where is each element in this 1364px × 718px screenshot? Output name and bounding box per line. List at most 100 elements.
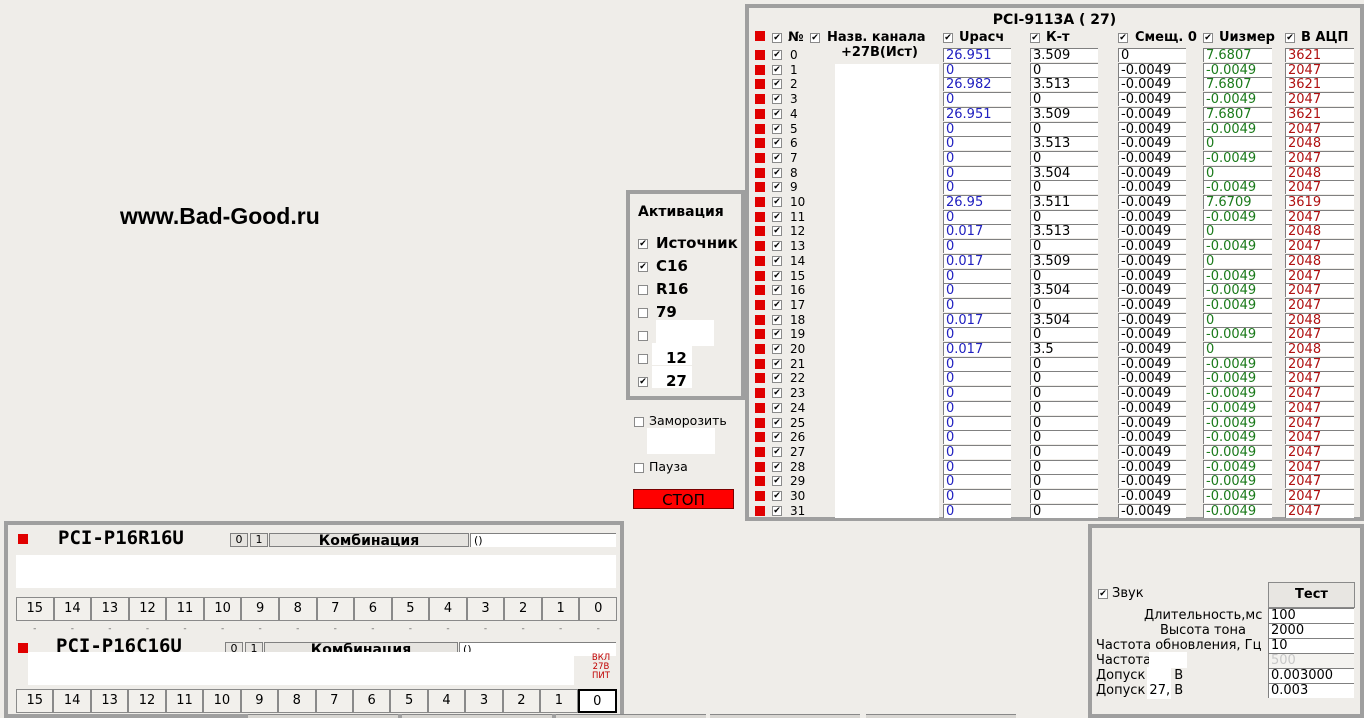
offset-cell[interactable]: -0.0049 <box>1118 253 1186 268</box>
bit-button[interactable]: 15 <box>16 689 54 713</box>
ucalc-cell[interactable]: 26.982 <box>943 77 1011 92</box>
activation-checkbox[interactable]: ✔ <box>638 238 648 249</box>
adc-cell[interactable]: 2048 <box>1285 342 1354 356</box>
relay-combination-button[interactable]: Комбинация <box>269 533 469 547</box>
ucalc-cell[interactable]: 0 <box>943 297 1011 312</box>
offset-cell[interactable]: -0.0049 <box>1118 92 1186 107</box>
activation-checkbox[interactable]: ✔ <box>638 376 648 387</box>
tab-strip-3[interactable] <box>556 714 706 718</box>
ucalc-cell[interactable]: 0 <box>943 400 1011 415</box>
adc-cell[interactable]: 2048 <box>1285 165 1354 180</box>
offset-cell[interactable]: -0.0049 <box>1118 474 1186 489</box>
ucalc-cell[interactable]: 0 <box>943 371 1011 386</box>
channel-enable-checkbox[interactable]: ✔ <box>772 255 782 266</box>
coef-cell[interactable]: 0 <box>1030 386 1098 401</box>
umeas-cell[interactable]: -0.0049 <box>1203 474 1272 489</box>
adc-cell[interactable]: 3621 <box>1285 106 1354 121</box>
adc-cell[interactable]: 2047 <box>1285 327 1354 342</box>
offset-cell[interactable]: -0.0049 <box>1118 283 1186 298</box>
ucalc-cell[interactable]: 0 <box>943 136 1011 151</box>
coef-cell[interactable]: 0 <box>1030 209 1098 224</box>
activation-item[interactable]: ✔ C16 <box>638 257 688 277</box>
bit-button[interactable]: 4 <box>429 597 467 621</box>
ucalc-cell[interactable]: 0 <box>943 268 1011 283</box>
ucalc-cell[interactable]: 26.951 <box>943 48 1011 62</box>
coef-cell[interactable]: 0 <box>1030 503 1098 518</box>
channel-enable-checkbox[interactable]: ✔ <box>772 94 782 105</box>
adc-cell[interactable]: 2048 <box>1285 224 1354 239</box>
adc-cell[interactable]: 2047 <box>1285 297 1354 312</box>
ucalc-cell[interactable]: 0 <box>943 415 1011 430</box>
umeas-cell[interactable]: -0.0049 <box>1203 430 1272 445</box>
offset-cell[interactable]: -0.0049 <box>1118 195 1186 209</box>
bit-button[interactable]: 10 <box>203 689 241 713</box>
activation-checkbox[interactable] <box>638 307 648 318</box>
channel-enable-checkbox[interactable]: ✔ <box>772 270 782 281</box>
offset-cell[interactable]: -0.0049 <box>1118 503 1186 518</box>
coef-cell[interactable]: 0 <box>1030 459 1098 474</box>
coef-cell[interactable]: 3.509 <box>1030 253 1098 268</box>
umeas-cell[interactable]: -0.0049 <box>1203 459 1272 474</box>
activation-item[interactable]: ✔ 27 <box>638 366 692 392</box>
channel-enable-checkbox[interactable]: ✔ <box>772 167 782 178</box>
bit-button[interactable]: 8 <box>278 597 317 621</box>
adc-cell[interactable]: 2047 <box>1285 503 1354 518</box>
bit-button[interactable]: 11 <box>165 689 204 713</box>
header-ucalc-checkbox[interactable]: ✔ <box>943 30 953 45</box>
coef-cell[interactable]: 0 <box>1030 268 1098 283</box>
offset-cell[interactable]: -0.0049 <box>1118 165 1186 180</box>
adc-cell[interactable]: 2048 <box>1285 253 1354 268</box>
ucalc-cell[interactable]: 0 <box>943 430 1011 445</box>
offset-cell[interactable]: -0.0049 <box>1118 136 1186 151</box>
offset-cell[interactable]: -0.0049 <box>1118 415 1186 430</box>
offset-cell[interactable]: -0.0049 <box>1118 371 1186 386</box>
coef-cell[interactable]: 0 <box>1030 415 1098 430</box>
ucalc-cell[interactable]: 0 <box>943 239 1011 254</box>
bit-button[interactable]: 13 <box>90 689 129 713</box>
activation-item[interactable]: 12 <box>638 343 692 369</box>
umeas-cell[interactable]: -0.0049 <box>1203 283 1272 298</box>
umeas-cell[interactable]: -0.0049 <box>1203 503 1272 518</box>
duration-input[interactable]: 100 <box>1268 608 1354 623</box>
bit-button[interactable]: 1 <box>540 689 578 713</box>
umeas-cell[interactable]: -0.0049 <box>1203 239 1272 254</box>
coef-cell[interactable]: 3.5 <box>1030 342 1098 356</box>
bit-button[interactable]: 14 <box>53 597 92 621</box>
ucalc-cell[interactable]: 0.017 <box>943 342 1011 356</box>
adc-cell[interactable]: 3619 <box>1285 195 1354 209</box>
offset-cell[interactable]: -0.0049 <box>1118 62 1186 77</box>
activation-item[interactable] <box>638 320 714 346</box>
offset-cell[interactable]: 0 <box>1118 48 1186 62</box>
offset-cell[interactable]: -0.0049 <box>1118 121 1186 136</box>
channel-enable-checkbox[interactable]: ✔ <box>772 491 782 501</box>
offset-cell[interactable]: -0.0049 <box>1118 297 1186 312</box>
bit-button[interactable]: 4 <box>427 689 466 713</box>
umeas-cell[interactable]: 0 <box>1203 342 1272 356</box>
channel-enable-checkbox[interactable]: ✔ <box>772 417 782 428</box>
coef-cell[interactable]: 3.509 <box>1030 48 1098 62</box>
ucalc-cell[interactable]: 0.017 <box>943 224 1011 239</box>
ucalc-cell[interactable]: 0 <box>943 150 1011 165</box>
tab-strip-5[interactable] <box>866 714 1016 718</box>
coef-cell[interactable]: 3.513 <box>1030 136 1098 151</box>
adc-cell[interactable]: 3621 <box>1285 48 1354 62</box>
offset-cell[interactable]: -0.0049 <box>1118 489 1186 503</box>
adc-cell[interactable]: 2047 <box>1285 239 1354 254</box>
coef-cell[interactable]: 0 <box>1030 400 1098 415</box>
header-umeas-checkbox[interactable]: ✔ <box>1203 30 1213 45</box>
activation-checkbox[interactable] <box>638 330 648 341</box>
umeas-cell[interactable]: -0.0049 <box>1203 209 1272 224</box>
offset-cell[interactable]: -0.0049 <box>1118 386 1186 401</box>
coef-cell[interactable]: 0 <box>1030 327 1098 342</box>
pitch-input[interactable]: 2000 <box>1268 623 1354 638</box>
ucalc-cell[interactable]: 0 <box>943 503 1011 518</box>
umeas-cell[interactable]: 0 <box>1203 165 1272 180</box>
freeze-toggle[interactable]: Заморозить <box>634 413 727 428</box>
umeas-cell[interactable]: 0 <box>1203 312 1272 327</box>
ucalc-cell[interactable]: 0.017 <box>943 312 1011 327</box>
channel-enable-checkbox[interactable]: ✔ <box>772 241 782 252</box>
header-checkbox-all[interactable]: ✔ <box>772 30 782 45</box>
adc-cell[interactable]: 2047 <box>1285 180 1354 195</box>
tol12-input[interactable]: 0.003000 <box>1268 668 1354 683</box>
ucalc-cell[interactable]: 0 <box>943 474 1011 489</box>
